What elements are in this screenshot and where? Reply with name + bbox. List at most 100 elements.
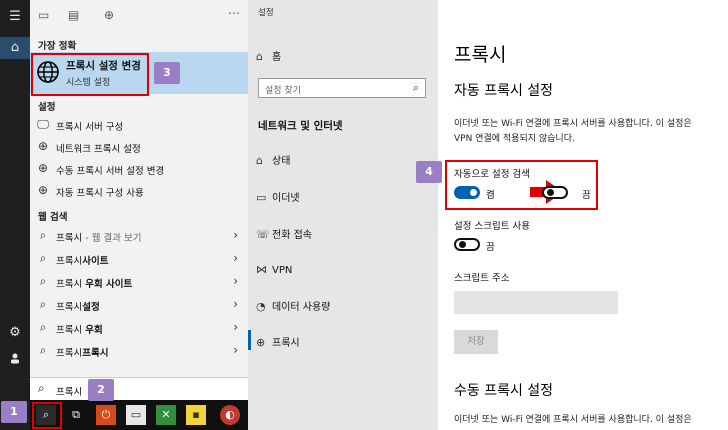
- home-icon: ⌂: [256, 50, 263, 63]
- page-title: 프록시: [454, 44, 507, 66]
- sticky-notes-icon[interactable]: ▪: [186, 405, 206, 425]
- nav-item-dialup[interactable]: ☏ 전화 접속: [256, 226, 312, 241]
- section-best-match: 가장 정확: [38, 41, 77, 52]
- app-window-icon[interactable]: ▭: [126, 405, 146, 425]
- active-nav-indicator: [248, 330, 251, 350]
- app-power-icon[interactable]: ⏻: [96, 405, 116, 425]
- proxy-settings-content: 프록시 자동 프록시 설정 이더넷 또는 Wi-Fi 연결에 프록시 서버를 사…: [438, 0, 728, 430]
- settings-search-input[interactable]: 설정 찾기 ⌕: [258, 78, 426, 98]
- excel-icon[interactable]: ✕: [156, 405, 176, 425]
- nav-item-ethernet[interactable]: ▭ 이더넷: [256, 189, 300, 204]
- manual-proxy-heading: 수동 프록시 설정: [454, 383, 554, 399]
- dialup-icon: ☏: [256, 228, 270, 241]
- search-input[interactable]: ⌕ 프록시: [30, 377, 248, 401]
- callout-box-best-match: [31, 53, 149, 96]
- chevron-right-icon: ›: [233, 274, 238, 288]
- web-result-item[interactable]: ⌕ 프록시 우회 ›: [30, 317, 248, 339]
- callout-badge-1: 1: [1, 401, 27, 423]
- apps-filter-icon[interactable]: ▭: [38, 8, 49, 22]
- web-result-label: 프록시 - 웹 결과 보기: [56, 233, 142, 244]
- auto-proxy-heading: 자동 프록시 설정: [454, 83, 554, 99]
- search-icon: ⌕: [39, 274, 47, 288]
- app-circle-icon[interactable]: ◐: [220, 405, 240, 425]
- settings-nav: 설정 ⌂ 홈 설정 찾기 ⌕ 네트워크 및 인터넷 ⌂ 상태 ▭ 이더넷 ☏ 전화 접속…: [248, 0, 438, 430]
- settings-search-placeholder: 설정 찾기: [265, 86, 301, 96]
- results-filter-bar: ▭ ▤ ⊕ ⋯: [30, 0, 248, 32]
- web-result-item[interactable]: ⌕ 프록시설정 ›: [30, 294, 248, 316]
- nav-home-label: 홈: [272, 52, 282, 63]
- globe-icon: ⊕: [37, 139, 49, 153]
- web-result-item[interactable]: ⌕ 프록시프록시 ›: [30, 340, 248, 362]
- setup-script-label: 설정 스크립트 사용: [454, 221, 530, 232]
- search-icon: ⌕: [39, 251, 47, 265]
- chevron-right-icon: ›: [233, 320, 238, 334]
- web-result-label: 프록시프록시: [56, 348, 109, 359]
- web-result-item[interactable]: ⌕ 프록시 우회 사이트 ›: [30, 271, 248, 293]
- web-result-label: 프록시설정: [56, 302, 100, 313]
- callout-box-search-button: [32, 402, 62, 429]
- window-title: 설정: [258, 8, 274, 18]
- settings-result-item[interactable]: ⊕ 수동 프록시 서버 설정 변경: [30, 158, 248, 180]
- web-result-label: 프록시 우회: [56, 325, 103, 336]
- nav-home[interactable]: ⌂ 홈: [256, 48, 281, 63]
- taskbar: ⌕ ⧉ ⏻ ▭ ✕ ▪ ◐: [30, 400, 248, 430]
- nav-item-label: VPN: [272, 265, 293, 276]
- search-icon: ⌕: [39, 297, 47, 311]
- section-web-search: 웹 검색: [38, 212, 68, 223]
- web-result-item[interactable]: ⌕ 프록시 - 웹 결과 보기 ›: [30, 225, 248, 247]
- nav-item-label: 전화 접속: [272, 230, 312, 241]
- hamburger-icon[interactable]: ☰: [0, 6, 30, 28]
- auto-proxy-description: 이더넷 또는 Wi-Fi 연결에 프록시 서버를 사용합니다. 이 설정은 VP…: [454, 117, 724, 147]
- globe-icon: ⊕: [256, 336, 266, 349]
- settings-result-item[interactable]: ⊕ 네트워크 프록시 설정: [30, 136, 248, 158]
- setup-script-toggle[interactable]: [454, 238, 480, 251]
- settings-result-label: 프록시 서버 구성: [56, 122, 124, 133]
- chevron-right-icon: ›: [233, 297, 238, 311]
- nav-item-label: 데이터 사용량: [272, 302, 331, 313]
- auto-proxy-description-line: 이더넷 또는 Wi-Fi 연결에 프록시 서버를 사용합니다. 이 설정은: [454, 119, 692, 129]
- nav-category-title: 네트워크 및 인터넷: [258, 120, 343, 132]
- auto-proxy-description-line: VPN 연결에 적용되지 않습니다.: [454, 134, 575, 144]
- nav-item-vpn[interactable]: ⋈ VPN: [256, 263, 292, 276]
- home-icon[interactable]: ⌂: [0, 37, 30, 59]
- settings-result-label: 수동 프록시 서버 설정 변경: [56, 166, 165, 177]
- web-result-label: 프록시사이트: [56, 256, 109, 267]
- script-address-input[interactable]: [454, 291, 618, 314]
- chevron-right-icon: ›: [233, 251, 238, 265]
- monitor-icon: 🖵: [37, 117, 49, 131]
- gear-icon[interactable]: ⚙: [0, 322, 30, 344]
- setup-script-toggle-text: 끔: [486, 242, 495, 253]
- nav-item-data-usage[interactable]: ◔ 데이터 사용량: [256, 298, 330, 313]
- nav-item-status[interactable]: ⌂ 상태: [256, 152, 290, 167]
- settings-result-item[interactable]: ⊕ 자동 프록시 구성 사용: [30, 180, 248, 202]
- vpn-icon: ⋈: [256, 263, 267, 276]
- callout-badge-2: 2: [88, 379, 114, 401]
- status-icon: ⌂: [256, 154, 263, 167]
- search-icon: ⌕: [412, 81, 419, 94]
- documents-filter-icon[interactable]: ▤: [68, 8, 79, 22]
- manual-proxy-description: 이더넷 또는 Wi-Fi 연결에 프록시 서버를 사용합니다. 이 설정은: [454, 415, 692, 425]
- web-result-item[interactable]: ⌕ 프록시사이트 ›: [30, 248, 248, 270]
- callout-badge-4: 4: [416, 161, 442, 183]
- callout-badge-3: 3: [154, 62, 180, 84]
- user-icon[interactable]: [0, 350, 30, 372]
- search-icon: ⌕: [39, 343, 47, 357]
- settings-result-item[interactable]: 🖵 프록시 서버 구성: [30, 114, 248, 136]
- globe-icon: ⊕: [37, 183, 49, 197]
- start-rail: ☰ ⌂ ⚙: [0, 0, 30, 430]
- toggle-knob: [459, 241, 466, 248]
- more-options-icon[interactable]: ⋯: [228, 6, 240, 20]
- ethernet-icon: ▭: [256, 191, 267, 204]
- web-filter-icon[interactable]: ⊕: [104, 8, 114, 22]
- nav-item-proxy[interactable]: ⊕ 프록시: [256, 334, 300, 349]
- nav-item-label: 이더넷: [272, 193, 300, 204]
- save-button[interactable]: 저장: [454, 330, 498, 354]
- settings-result-label: 네트워크 프록시 설정: [56, 144, 141, 155]
- nav-item-label: 프록시: [272, 338, 300, 349]
- search-input-value: 프록시: [56, 387, 83, 398]
- task-view-icon[interactable]: ⧉: [66, 405, 86, 425]
- search-icon: ⌕: [39, 228, 47, 242]
- search-icon: ⌕: [39, 320, 47, 334]
- globe-icon: ⊕: [37, 161, 49, 175]
- section-settings: 설정: [38, 102, 56, 113]
